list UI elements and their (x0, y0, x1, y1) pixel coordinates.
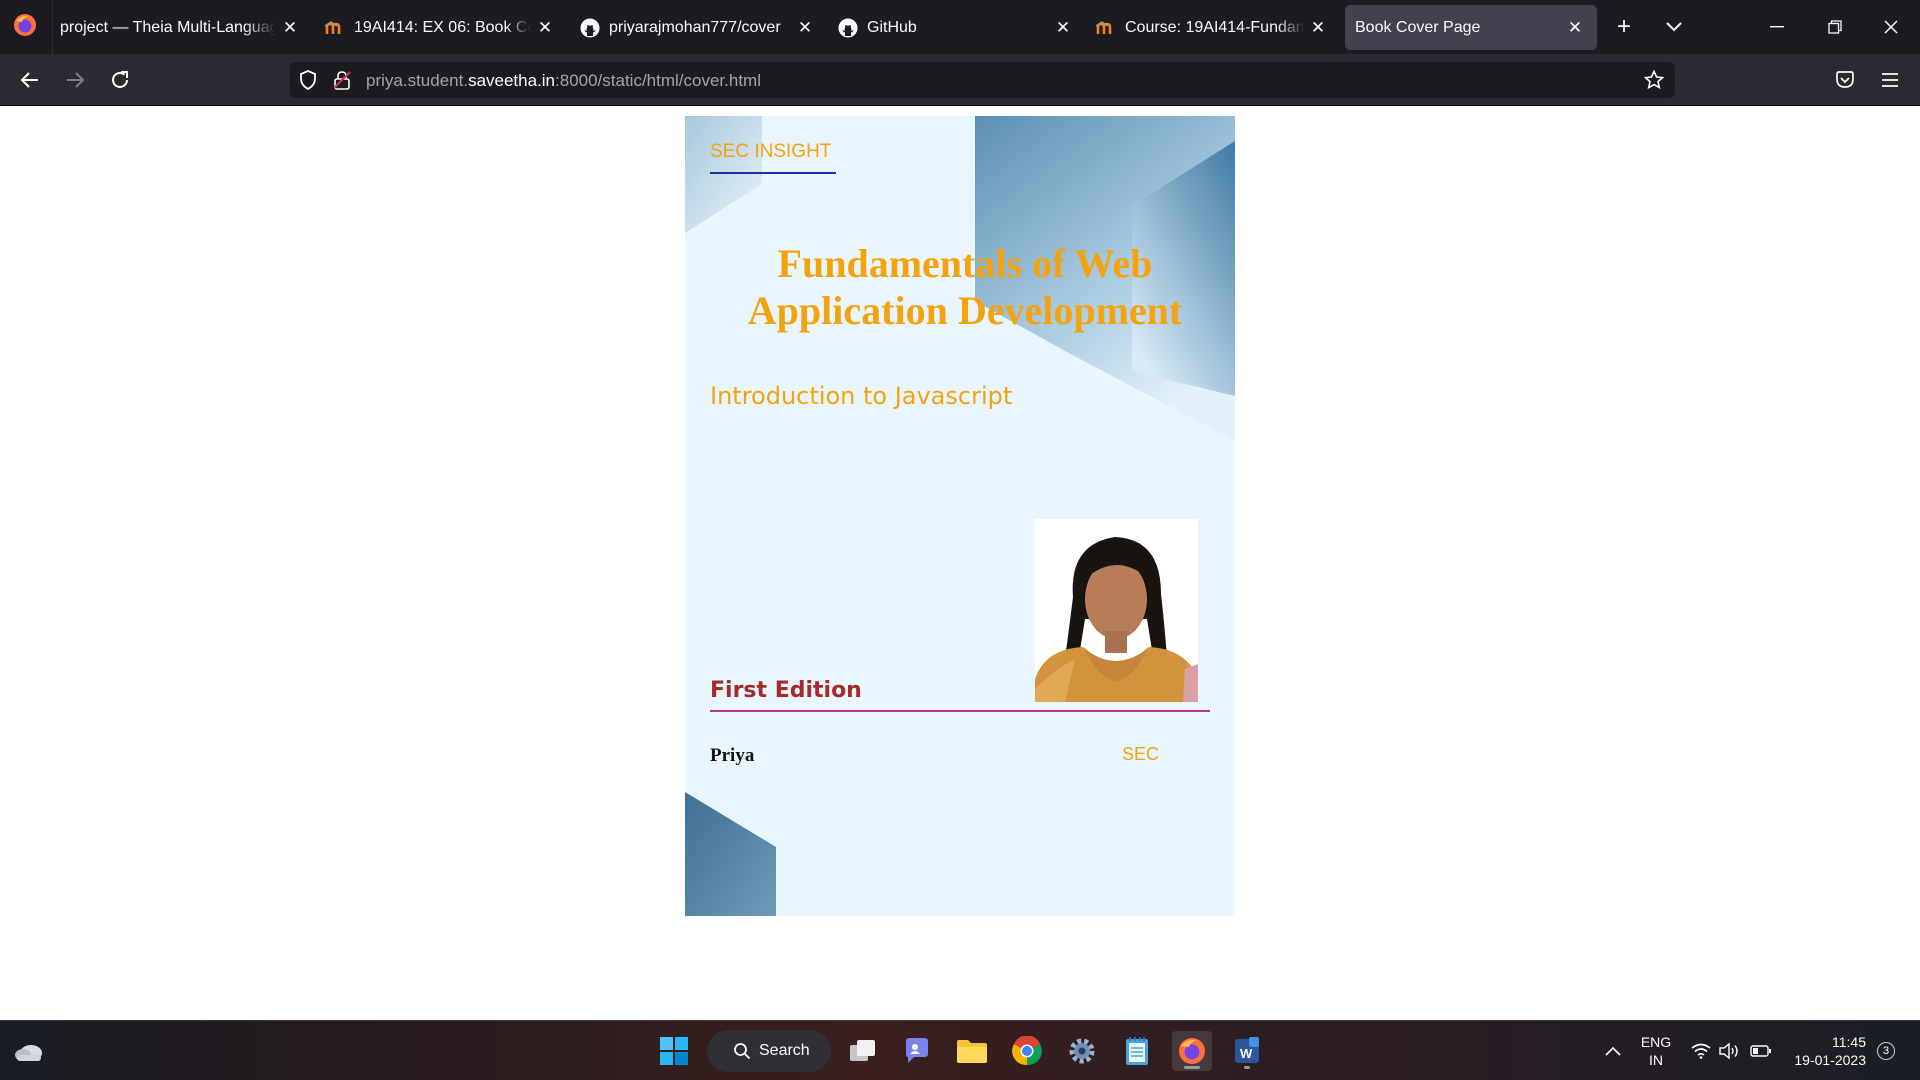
book-cover: SEC INSIGHT Fundamentals of Web Applicat… (685, 116, 1235, 916)
moodle-icon (325, 18, 345, 38)
bookmark-star-icon[interactable] (1644, 70, 1664, 90)
close-icon[interactable]: ✕ (1053, 18, 1073, 38)
search-icon (734, 1043, 751, 1060)
windows-taskbar: Search W ENG IN 11:45 19-01-2023 3 (0, 1020, 1920, 1080)
reload-icon[interactable] (104, 64, 136, 96)
tab-book-cover-exercise[interactable]: 19AI414: EX 06: Book Cover P ✕ (325, 5, 555, 50)
tab-course[interactable]: Course: 19AI414-Fundamenta ✕ (1096, 5, 1328, 50)
firefox-taskbar-icon[interactable] (1172, 1031, 1212, 1071)
tab-github-repo[interactable]: priyarajmohan777/cover ✕ (580, 5, 815, 50)
url-suffix: :8000/static/html/cover.html (555, 71, 761, 90)
notification-badge[interactable]: 3 (1874, 1021, 1898, 1080)
search-label: Search (759, 1042, 810, 1059)
page-viewport: SEC INSIGHT Fundamentals of Web Applicat… (0, 106, 1920, 1020)
settings-gear-icon[interactable] (1062, 1031, 1102, 1071)
book-subtitle: Introduction to Javascript (710, 382, 1013, 410)
navigation-toolbar: priya.student.saveetha.in:8000/static/ht… (0, 54, 1920, 106)
cover-background-shapes (685, 116, 1235, 916)
publisher-label: SEC (1122, 744, 1160, 764)
close-icon[interactable]: ✕ (535, 18, 555, 38)
url-host: saveetha.in (468, 71, 556, 90)
github-icon (838, 18, 858, 38)
clock[interactable]: 11:45 19-01-2023 (1786, 1021, 1866, 1080)
file-explorer-icon[interactable] (952, 1031, 992, 1071)
new-tab-icon[interactable]: + (1609, 12, 1639, 42)
list-all-tabs-icon[interactable] (1659, 12, 1689, 42)
tab-strip: project — Theia Multi-Language ✕ 19AI414… (0, 0, 1920, 54)
brand-underline (710, 172, 836, 174)
running-app-indicator (1244, 1066, 1250, 1069)
volume-icon[interactable] (1716, 1021, 1742, 1080)
language-region: IN (1649, 1052, 1663, 1068)
clock-date: 19-01-2023 (1794, 1052, 1866, 1068)
tab-book-cover-page[interactable]: Book Cover Page ✕ (1345, 5, 1597, 50)
restore-icon[interactable] (1812, 10, 1858, 44)
show-hidden-icons-chevron-icon[interactable] (1598, 1021, 1628, 1080)
author-name: Priya (710, 745, 755, 766)
close-icon[interactable]: ✕ (795, 18, 815, 38)
tab-label: priyarajmohan777/cover (609, 18, 781, 36)
forward-arrow-icon[interactable] (59, 64, 91, 96)
language-code: ENG (1640, 1034, 1672, 1050)
weather-icon[interactable] (9, 1031, 49, 1071)
word-icon[interactable]: W (1227, 1031, 1267, 1071)
tab-label: 19AI414: EX 06: Book Cover P (354, 18, 531, 36)
notification-count: 3 (1877, 1042, 1895, 1060)
close-icon[interactable]: ✕ (1565, 18, 1585, 38)
moodle-icon (1096, 18, 1116, 38)
firefox-menu-icon[interactable] (12, 12, 38, 38)
svg-text:W: W (1240, 1046, 1253, 1061)
brand-label: SEC INSIGHT (710, 141, 832, 162)
close-window-icon[interactable] (1868, 10, 1914, 44)
url-prefix: priya.student. (366, 71, 469, 90)
book-title: Fundamentals of Web Application Developm… (747, 241, 1183, 333)
tab-github[interactable]: GitHub ✕ (838, 5, 1073, 50)
tab-label: Course: 19AI414-Fundamenta (1125, 18, 1304, 36)
author-photo (1035, 519, 1198, 702)
github-icon (580, 18, 600, 38)
chrome-icon[interactable] (1007, 1031, 1047, 1071)
tab-label: Book Cover Page (1355, 18, 1481, 36)
edition-rule (710, 710, 1210, 712)
task-view-icon[interactable] (843, 1031, 883, 1071)
windows-start-icon[interactable] (654, 1031, 694, 1071)
insecure-lock-icon[interactable] (332, 70, 352, 90)
wifi-icon[interactable] (1688, 1021, 1714, 1080)
pocket-icon[interactable] (1829, 64, 1861, 96)
edition-label: First Edition (710, 678, 862, 703)
battery-icon[interactable] (1748, 1021, 1774, 1080)
language-indicator[interactable]: ENG IN (1634, 1021, 1678, 1080)
hamburger-menu-icon[interactable] (1874, 64, 1906, 96)
notepad-icon[interactable] (1117, 1031, 1157, 1071)
tab-divider (52, 0, 53, 54)
active-app-indicator (1184, 1066, 1200, 1069)
teams-chat-icon[interactable] (897, 1031, 937, 1071)
minimize-icon[interactable] (1754, 10, 1800, 44)
tab-label: GitHub (867, 18, 917, 36)
tab-theia[interactable]: project — Theia Multi-Language ✕ (60, 5, 300, 50)
clock-time: 11:45 (1832, 1034, 1866, 1050)
taskbar-search-button[interactable]: Search (707, 1030, 831, 1072)
tab-label: project — Theia Multi-Language (60, 18, 276, 36)
close-icon[interactable]: ✕ (1308, 18, 1328, 38)
url-text[interactable]: priya.student.saveetha.in:8000/static/ht… (366, 71, 761, 91)
close-icon[interactable]: ✕ (280, 18, 300, 38)
address-bar[interactable]: priya.student.saveetha.in:8000/static/ht… (290, 62, 1675, 98)
tracking-protection-shield-icon[interactable] (298, 70, 318, 90)
back-arrow-icon[interactable] (14, 64, 46, 96)
